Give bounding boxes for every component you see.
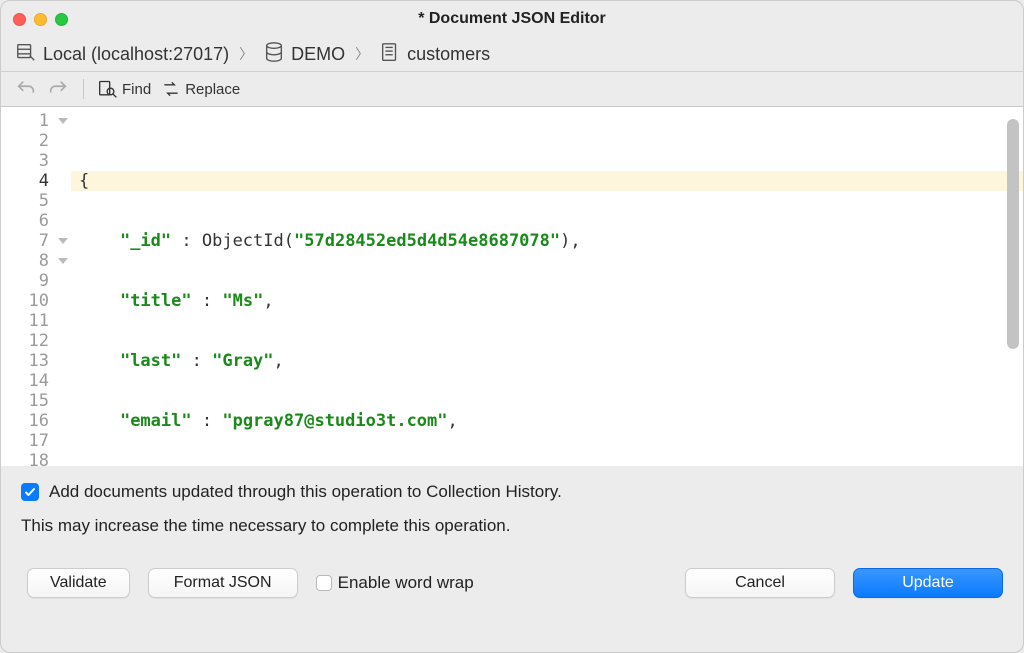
connection-icon [15, 41, 37, 68]
add-to-history-checkbox-row[interactable]: Add documents updated through this opera… [21, 482, 1003, 502]
history-hint: This may increase the time necessary to … [21, 516, 1003, 536]
fold-marker-icon[interactable] [58, 238, 68, 244]
window-title: * Document JSON Editor [68, 10, 956, 28]
undo-button[interactable] [15, 78, 37, 100]
editor-toolbar: Find Replace [1, 72, 1023, 106]
replace-icon [161, 79, 181, 99]
breadcrumb-connection[interactable]: Local (localhost:27017) [43, 44, 229, 65]
fold-marker-icon[interactable] [58, 258, 68, 264]
checkbox-unchecked-icon[interactable] [316, 575, 332, 591]
redo-button[interactable] [47, 78, 69, 100]
cancel-button[interactable]: Cancel [685, 568, 835, 598]
replace-button[interactable]: Replace [161, 79, 240, 99]
close-window-button[interactable] [13, 13, 26, 26]
fold-marker-icon[interactable] [58, 118, 68, 124]
breadcrumb-database[interactable]: DEMO [291, 44, 345, 65]
find-label: Find [122, 81, 151, 98]
collection-icon [379, 41, 401, 68]
validate-button[interactable]: Validate [27, 568, 130, 598]
update-button[interactable]: Update [853, 568, 1003, 598]
word-wrap-toggle[interactable]: Enable word wrap [316, 573, 474, 593]
minimize-window-button[interactable] [34, 13, 47, 26]
dialog-button-row: Validate Format JSON Enable word wrap Ca… [1, 550, 1023, 618]
database-icon [263, 41, 285, 68]
replace-label: Replace [185, 81, 240, 98]
titlebar: * Document JSON Editor [1, 1, 1023, 37]
chevron-right-icon: 〉 [235, 44, 257, 64]
breadcrumb: Local (localhost:27017) 〉 DEMO 〉 custome… [1, 37, 1023, 71]
find-button[interactable]: Find [98, 79, 151, 99]
editor-scrollbar[interactable] [1007, 113, 1021, 460]
line-number-gutter: 1 2 3 4 5 6 7 8 9 10 11 12 13 14 15 16 1… [1, 107, 55, 466]
window-controls [13, 13, 68, 26]
json-editor[interactable]: 1 2 3 4 5 6 7 8 9 10 11 12 13 14 15 16 1… [1, 106, 1023, 466]
breadcrumb-collection[interactable]: customers [407, 44, 490, 65]
find-icon [98, 79, 118, 99]
chevron-right-icon: 〉 [351, 44, 373, 64]
fold-column [55, 107, 71, 466]
checkbox-checked-icon[interactable] [21, 483, 39, 501]
format-json-button[interactable]: Format JSON [148, 568, 298, 598]
zoom-window-button[interactable] [55, 13, 68, 26]
add-to-history-label: Add documents updated through this opera… [49, 482, 562, 502]
